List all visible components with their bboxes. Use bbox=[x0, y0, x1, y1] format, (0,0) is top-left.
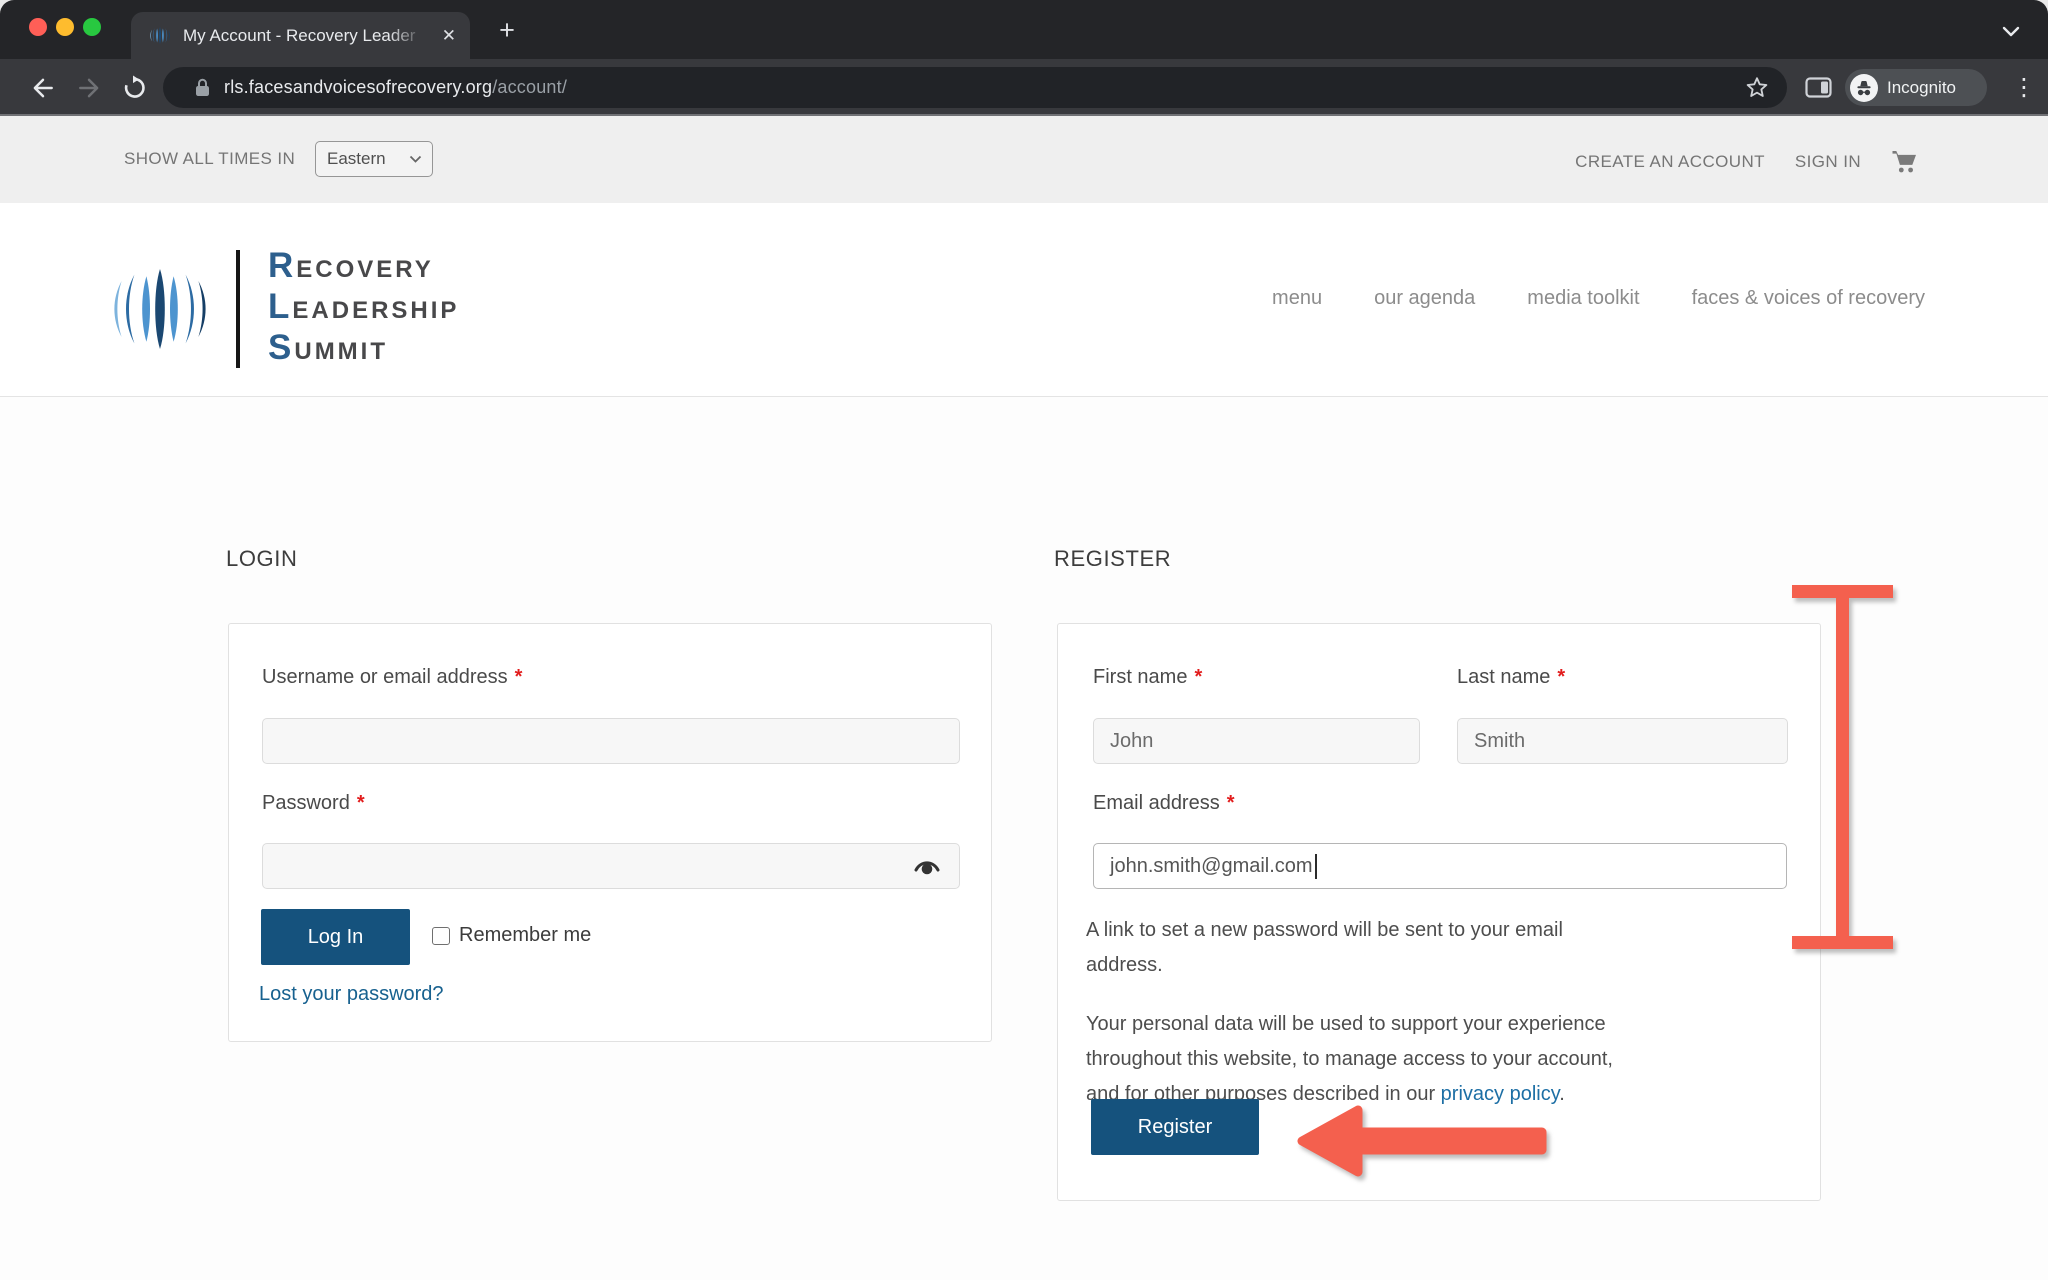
site-header: RECOVERY LEADERSHIP SUMMIT menu our agen… bbox=[0, 203, 2048, 397]
register-button[interactable]: Register bbox=[1091, 1099, 1259, 1155]
url-host: rls.facesandvoicesofrecovery.org bbox=[224, 77, 492, 97]
browser-toolbar: rls.facesandvoicesofrecovery.org/account… bbox=[0, 59, 2048, 116]
logo-line2-rest: EADERSHIP bbox=[292, 292, 459, 329]
tab-close-icon[interactable]: ✕ bbox=[442, 24, 456, 48]
password-visibility-icon[interactable] bbox=[912, 856, 942, 877]
logo-line2-initial: L bbox=[268, 288, 292, 325]
text-caret bbox=[1315, 854, 1317, 879]
first-name-label: First name* bbox=[1093, 666, 1202, 689]
logo-line1-rest: ECOVERY bbox=[296, 251, 433, 288]
remember-me-label: Remember me bbox=[459, 924, 591, 947]
nav-media-toolkit[interactable]: media toolkit bbox=[1527, 287, 1639, 310]
window-close-button[interactable] bbox=[29, 18, 47, 36]
new-tab-button[interactable]: + bbox=[492, 16, 522, 46]
tab-title-wrap: My Account - Recovery Leader bbox=[183, 24, 434, 48]
sign-in-link[interactable]: SIGN IN bbox=[1795, 152, 1861, 172]
logo-divider bbox=[236, 250, 240, 368]
required-asterisk: * bbox=[1557, 666, 1565, 688]
last-name-label: Last name* bbox=[1457, 666, 1565, 689]
email-input[interactable]: john.smith@gmail.com bbox=[1093, 843, 1787, 889]
browser-window: My Account - Recovery Leader ✕ + rls.fac… bbox=[0, 0, 2048, 1280]
email-label: Email address* bbox=[1093, 792, 1235, 815]
logo-text: RECOVERY LEADERSHIP SUMMIT bbox=[268, 247, 459, 370]
first-name-input[interactable] bbox=[1093, 718, 1420, 764]
site-logo[interactable]: RECOVERY LEADERSHIP SUMMIT bbox=[108, 247, 459, 370]
forward-icon[interactable] bbox=[76, 75, 102, 101]
incognito-label: Incognito bbox=[1887, 78, 1956, 98]
address-bar[interactable]: rls.facesandvoicesofrecovery.org/account… bbox=[163, 67, 1787, 108]
cart-icon[interactable] bbox=[1891, 149, 1918, 174]
window-controls bbox=[29, 18, 101, 36]
required-asterisk: * bbox=[1194, 666, 1202, 688]
tab-strip: My Account - Recovery Leader ✕ + bbox=[0, 0, 2048, 59]
url-path: /account/ bbox=[492, 77, 567, 97]
remember-me-checkbox[interactable] bbox=[432, 927, 450, 945]
required-asterisk: * bbox=[515, 666, 523, 688]
main-nav: menu our agenda media toolkit faces & vo… bbox=[1272, 287, 1925, 310]
password-input[interactable] bbox=[262, 843, 960, 889]
show-times-label: SHOW ALL TIMES IN bbox=[124, 149, 295, 169]
tab-title-fade bbox=[388, 24, 434, 48]
lost-password-link[interactable]: Lost your password? bbox=[259, 983, 444, 1006]
log-in-button[interactable]: Log In bbox=[261, 909, 410, 965]
nav-menu[interactable]: menu bbox=[1272, 287, 1322, 310]
required-asterisk: * bbox=[1227, 792, 1235, 814]
password-note: A link to set a new password will be sen… bbox=[1086, 913, 1563, 983]
lock-icon bbox=[195, 78, 210, 97]
side-panel-icon[interactable] bbox=[1805, 77, 1832, 98]
incognito-badge: Incognito bbox=[1845, 69, 1987, 106]
rls-logo-icon bbox=[108, 255, 212, 363]
menu-dots-icon[interactable]: ⋮ bbox=[2012, 72, 2036, 102]
window-maximize-button[interactable] bbox=[83, 18, 101, 36]
required-asterisk: * bbox=[357, 792, 365, 814]
username-input[interactable] bbox=[262, 718, 960, 764]
timezone-value: Eastern bbox=[327, 149, 409, 169]
window-minimize-button[interactable] bbox=[56, 18, 74, 36]
tab-search-chevron-icon[interactable] bbox=[2002, 26, 2020, 37]
chevron-down-icon bbox=[409, 155, 422, 163]
login-form: Username or email address* Password* Log… bbox=[228, 623, 992, 1042]
annotation-ibeam bbox=[1792, 585, 1893, 949]
nav-faces-voices[interactable]: faces & voices of recovery bbox=[1692, 287, 1925, 310]
logo-line3-initial: S bbox=[268, 329, 294, 366]
login-heading: LOGIN bbox=[226, 546, 297, 572]
username-label: Username or email address* bbox=[262, 666, 522, 689]
logo-line3-rest: UMMIT bbox=[294, 333, 388, 370]
nav-our-agenda[interactable]: our agenda bbox=[1374, 287, 1475, 310]
last-name-input[interactable] bbox=[1457, 718, 1788, 764]
email-value: john.smith@gmail.com bbox=[1110, 855, 1313, 878]
register-heading: REGISTER bbox=[1054, 546, 1171, 572]
create-account-link[interactable]: CREATE AN ACCOUNT bbox=[1575, 152, 1765, 172]
tab-title: My Account - Recovery Leader bbox=[183, 26, 415, 45]
incognito-icon bbox=[1850, 74, 1878, 102]
reload-icon[interactable] bbox=[120, 75, 146, 101]
utility-bar: SHOW ALL TIMES IN Eastern CREATE AN ACCO… bbox=[0, 116, 2048, 203]
site-favicon-icon bbox=[149, 26, 171, 45]
annotation-arrow bbox=[1294, 1094, 1562, 1188]
account-page: LOGIN REGISTER Username or email address… bbox=[0, 397, 2048, 1280]
logo-line1-initial: R bbox=[268, 247, 296, 284]
timezone-select[interactable]: Eastern bbox=[315, 141, 433, 177]
url-text: rls.facesandvoicesofrecovery.org/account… bbox=[224, 77, 567, 98]
browser-tab[interactable]: My Account - Recovery Leader ✕ bbox=[131, 12, 470, 59]
bookmark-star-icon[interactable] bbox=[1745, 76, 1769, 99]
back-icon[interactable] bbox=[30, 75, 56, 101]
password-label: Password* bbox=[262, 792, 365, 815]
